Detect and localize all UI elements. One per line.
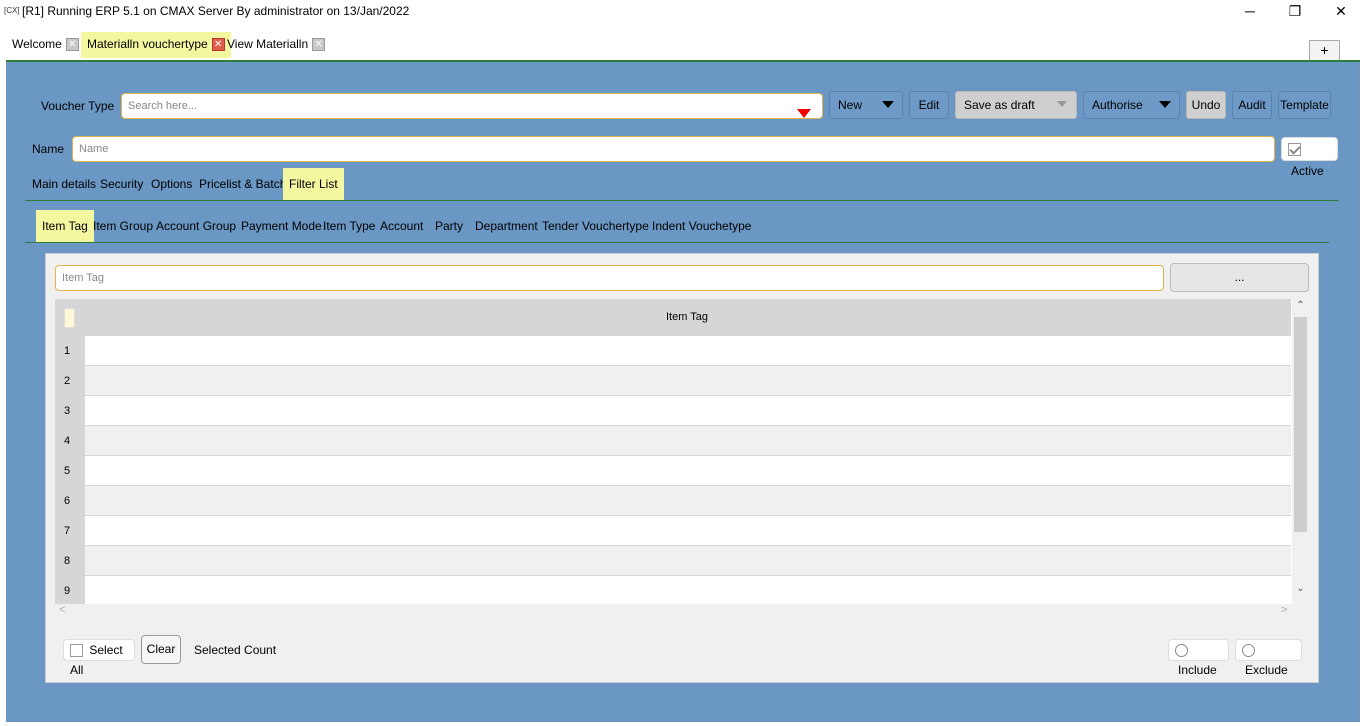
- filter-tab-item-group[interactable]: Item Group: [93, 210, 153, 242]
- row-number: 1: [55, 336, 85, 366]
- table-row[interactable]: 3: [55, 396, 1291, 426]
- row-number: 6: [55, 486, 85, 516]
- save-as-draft-button[interactable]: Save as draft: [955, 91, 1077, 119]
- horizontal-scrollbar[interactable]: < >: [55, 604, 1309, 618]
- filter-tab-item-tag[interactable]: Item Tag: [36, 210, 94, 242]
- select-all-toggle[interactable]: Select All: [63, 639, 135, 677]
- tab-security[interactable]: Security: [100, 168, 143, 200]
- active-checkbox[interactable]: [1288, 143, 1301, 157]
- item-tag-grid: Item Tag 1 2 3 4 5 6 7 8 9 ⌃ ⌄: [55, 299, 1309, 604]
- tab-divider: [25, 200, 1339, 201]
- table-row[interactable]: 7: [55, 516, 1291, 546]
- search-placeholder: Search here...: [128, 100, 198, 112]
- scroll-down-icon[interactable]: ⌄: [1292, 583, 1309, 594]
- save-as-draft-label: Save as draft: [964, 98, 1035, 112]
- chevron-down-icon[interactable]: [874, 92, 902, 118]
- row-number: 5: [55, 456, 85, 486]
- doc-tab-welcome[interactable]: Welcome ✕: [6, 32, 85, 58]
- selected-count-label: Selected Count: [194, 643, 277, 657]
- scrollbar-thumb[interactable]: [1294, 317, 1307, 532]
- voucher-type-label: Voucher Type: [41, 99, 115, 113]
- doc-tab-label: Welcome: [12, 37, 62, 51]
- minimize-button[interactable]: ─: [1227, 0, 1273, 23]
- active-toggle[interactable]: Active: [1281, 137, 1338, 178]
- table-row[interactable]: 6: [55, 486, 1291, 516]
- tab-filter-list[interactable]: Filter List: [283, 168, 344, 200]
- dropdown-arrow-icon[interactable]: [797, 101, 811, 125]
- scroll-left-icon[interactable]: <: [59, 604, 65, 616]
- table-row[interactable]: 8: [55, 546, 1291, 576]
- active-label: Active: [1291, 164, 1324, 178]
- authorise-button[interactable]: Authorise: [1083, 91, 1180, 119]
- name-label: Name: [32, 142, 65, 156]
- item-tag-input[interactable]: Item Tag: [55, 265, 1164, 291]
- add-tab-button[interactable]: +: [1309, 40, 1340, 61]
- doc-tab-label: View Materialln: [227, 37, 309, 51]
- title-bar: [CX] [R1] Running ERP 5.1 on CMAX Server…: [0, 0, 1366, 23]
- filter-tab-divider: [25, 242, 1329, 243]
- template-button[interactable]: Template: [1278, 91, 1331, 119]
- filter-tab-party[interactable]: Party: [435, 210, 463, 242]
- undo-button[interactable]: Undo: [1186, 91, 1226, 119]
- filter-tab-tender-vouchertype[interactable]: Tender Vouchertype: [542, 210, 649, 242]
- row-number: 2: [55, 366, 85, 396]
- scroll-right-icon[interactable]: >: [1281, 604, 1287, 616]
- filter-tab-account[interactable]: Account: [380, 210, 423, 242]
- close-window-button[interactable]: ✕: [1318, 0, 1364, 23]
- grid-header: Item Tag: [55, 299, 1291, 336]
- new-button[interactable]: New: [829, 91, 903, 119]
- browse-button[interactable]: ...: [1170, 263, 1309, 292]
- name-input[interactable]: Name: [72, 136, 1275, 162]
- close-icon[interactable]: ✕: [65, 38, 79, 52]
- row-number: 3: [55, 396, 85, 426]
- exclude-option[interactable]: Exclude: [1235, 639, 1302, 677]
- filter-tab-indent-vouchetype[interactable]: Indent Vouchetype: [652, 210, 751, 242]
- authorise-label: Authorise: [1092, 98, 1143, 112]
- close-icon[interactable]: ✕: [312, 38, 326, 52]
- new-button-label: New: [838, 98, 863, 112]
- table-row[interactable]: 5: [55, 456, 1291, 486]
- row-number: 7: [55, 516, 85, 546]
- doc-tab-view-materialln[interactable]: View Materialln ✕: [221, 32, 331, 58]
- filter-tab-item-type[interactable]: Item Type: [323, 210, 375, 242]
- doc-tab-label: Materialln vouchertype: [87, 37, 208, 51]
- filter-tab-department[interactable]: Department: [475, 210, 538, 242]
- maximize-button[interactable]: ❐: [1272, 0, 1318, 23]
- filter-tab-payment-mode[interactable]: Payment Mode: [241, 210, 322, 242]
- table-row[interactable]: 1: [55, 336, 1291, 366]
- table-row[interactable]: 9: [55, 576, 1291, 604]
- select-all-checkbox[interactable]: [70, 644, 83, 658]
- row-number: 4: [55, 426, 85, 456]
- include-radio[interactable]: [1175, 644, 1188, 658]
- table-row[interactable]: 2: [55, 366, 1291, 396]
- edit-button[interactable]: Edit: [909, 91, 949, 119]
- filter-panel: Item Tag ... Item Tag 1 2 3 4 5 6 7 8 9 …: [45, 253, 1319, 683]
- exclude-radio[interactable]: [1242, 644, 1255, 658]
- item-tag-placeholder: Item Tag: [62, 272, 104, 284]
- table-row[interactable]: 4: [55, 426, 1291, 456]
- chevron-down-icon[interactable]: [1151, 92, 1179, 118]
- scroll-up-icon[interactable]: ⌃: [1292, 300, 1309, 311]
- doc-tab-materialln-vouchertype[interactable]: Materialln vouchertype ✕: [81, 32, 231, 58]
- tab-pricelist-batch[interactable]: Pricelist & Batch: [199, 168, 286, 200]
- tab-options[interactable]: Options: [151, 168, 192, 200]
- column-header-item-tag[interactable]: Item Tag: [55, 311, 1309, 323]
- vertical-scrollbar[interactable]: ⌃ ⌄: [1292, 299, 1309, 604]
- document-tabs: Welcome ✕ Materialln vouchertype ✕ View Ma…: [0, 23, 1366, 61]
- include-option[interactable]: Include: [1168, 639, 1229, 677]
- tab-main-details[interactable]: Main details: [32, 168, 96, 200]
- audit-button[interactable]: Audit: [1232, 91, 1272, 119]
- name-placeholder: Name: [79, 143, 109, 155]
- chevron-down-icon[interactable]: [1048, 92, 1076, 118]
- window-title: [R1] Running ERP 5.1 on CMAX Server By a…: [22, 4, 410, 18]
- include-label: Include: [1178, 663, 1217, 677]
- exclude-label: Exclude: [1245, 663, 1288, 677]
- main-panel: Voucher Type Search here... New Edit Sav…: [6, 60, 1360, 722]
- filter-tab-account-group[interactable]: Account Group: [156, 210, 236, 242]
- voucher-type-search-input[interactable]: Search here...: [121, 93, 823, 119]
- row-number: 9: [55, 576, 85, 604]
- app-icon: [CX]: [4, 6, 20, 15]
- row-number: 8: [55, 546, 85, 576]
- clear-button[interactable]: Clear: [141, 635, 181, 664]
